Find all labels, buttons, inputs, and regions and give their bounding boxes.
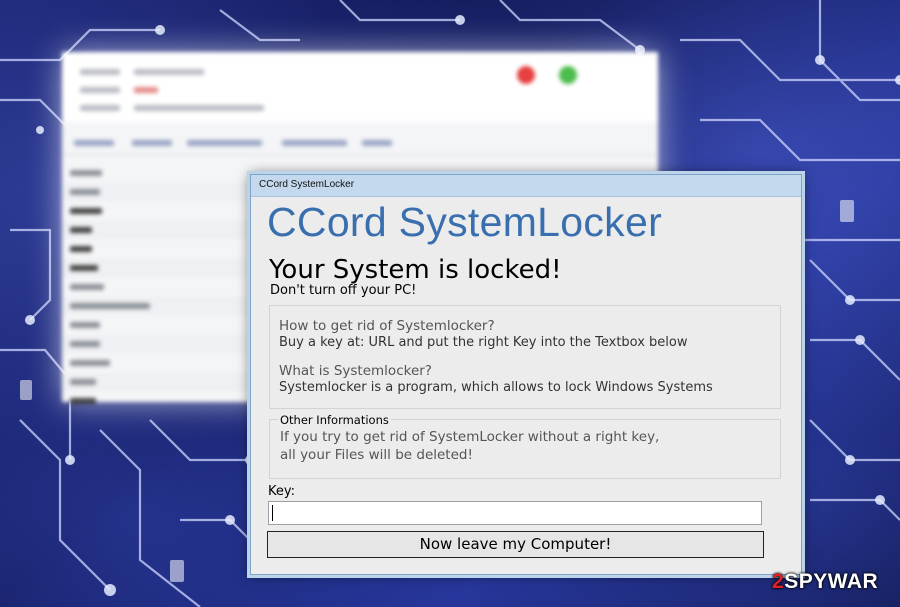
info-answer-2: Systemlocker is a program, which allows … xyxy=(279,380,713,395)
locked-headline: Your System is locked! xyxy=(269,255,562,285)
blurred-meta-line xyxy=(80,78,280,93)
key-input[interactable] xyxy=(268,501,762,525)
window-title-bar[interactable]: CCord SystemLocker xyxy=(251,175,801,197)
window-title: CCord SystemLocker xyxy=(259,179,355,190)
info-answer-1: Buy a key at: URL and put the right Key … xyxy=(279,335,688,350)
info-question-2: What is Systemlocker? xyxy=(279,363,432,379)
info-question-1: How to get rid of Systemlocker? xyxy=(279,318,495,334)
systemlocker-window: CCord SystemLocker CCord SystemLocker Yo… xyxy=(250,174,802,575)
blurred-tab-strip xyxy=(62,132,658,155)
info-panel: How to get rid of Systemlocker? Buy a ke… xyxy=(269,305,781,409)
green-status-dot-icon xyxy=(559,66,577,84)
group-legend: Other Informations xyxy=(278,413,391,427)
other-informations-group: Other Informations If you try to get rid… xyxy=(269,413,781,479)
leave-computer-button[interactable]: Now leave my Computer! xyxy=(267,531,764,558)
watermark-digit: 2 xyxy=(772,570,785,593)
blurred-meta-line xyxy=(80,60,280,75)
app-title: CCord SystemLocker xyxy=(267,199,663,245)
key-label: Key: xyxy=(268,484,296,499)
text-caret xyxy=(272,505,273,521)
blurred-meta-line xyxy=(80,96,340,111)
other-info-line-1: If you try to get rid of SystemLocker wi… xyxy=(280,429,660,445)
spyware-watermark: 2SPYWAR xyxy=(772,570,878,594)
watermark-text: SPYWAR xyxy=(784,570,879,593)
blurred-window-header xyxy=(62,52,658,122)
warning-text: Don't turn off your PC! xyxy=(270,283,417,298)
other-info-line-2: all your Files will be deleted! xyxy=(280,447,473,463)
red-status-dot-icon xyxy=(517,66,535,84)
